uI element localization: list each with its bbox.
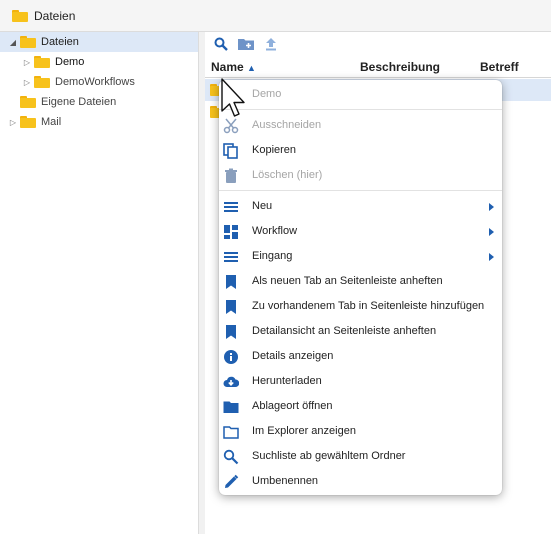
- breadcrumb-bar: Dateien: [0, 0, 551, 32]
- folder-tree: ◢ Dateien ▷ Demo ▷ DemoWorkflows Eigene …: [0, 32, 199, 534]
- collapsed-arrow-icon[interactable]: ▷: [8, 118, 18, 127]
- search-icon[interactable]: [213, 36, 229, 52]
- scissors-icon: [223, 118, 239, 134]
- menu-item-details-anzeigen[interactable]: Details anzeigen: [219, 345, 502, 369]
- info-icon: [223, 349, 239, 365]
- menu-item-label: Kopieren: [252, 144, 297, 156]
- menu-item-ablageort-oeffnen[interactable]: Ablageort öffnen: [219, 395, 502, 419]
- menu-item-label: Workflow: [252, 225, 298, 237]
- menu-divider: [219, 190, 502, 191]
- tree-item-demo[interactable]: ▷ Demo: [22, 52, 84, 72]
- tree-item-label: DemoWorkflows: [55, 76, 135, 88]
- folder-icon: [34, 76, 50, 88]
- menu-item-label: Details anzeigen: [252, 350, 334, 362]
- menu-item-label: Ablageort öffnen: [252, 400, 333, 412]
- tree-item-mail[interactable]: ▷ Mail: [8, 112, 61, 132]
- menu-item-kopieren[interactable]: Kopieren: [219, 139, 502, 163]
- menu-item-loeschen[interactable]: Löschen (hier): [219, 164, 502, 188]
- menu-item-pin-detail-view[interactable]: Detailansicht an Seitenleiste anheften: [219, 320, 502, 344]
- tree-item-label: Dateien: [41, 36, 79, 48]
- submenu-arrow-icon: [489, 203, 494, 211]
- bookmark-icon: [223, 274, 239, 290]
- folder-outline-icon: [223, 424, 239, 440]
- menu-item-label: Herunterladen: [252, 375, 322, 387]
- menu-item-label: Detailansicht an Seitenleiste anheften: [252, 325, 437, 337]
- menu-item-add-existing-tab[interactable]: Zu vorhandenem Tab in Seitenleiste hinzu…: [219, 295, 502, 319]
- bookmark-icon: [223, 324, 239, 340]
- cloud-download-icon: [223, 374, 239, 390]
- tree-item-dateien[interactable]: ◢ Dateien: [0, 32, 198, 52]
- dashboard-icon: [223, 224, 239, 240]
- collapsed-arrow-icon[interactable]: ▷: [22, 58, 32, 67]
- menu-item-label: Als neuen Tab an Seitenleiste anheften: [252, 275, 443, 287]
- submenu-arrow-icon: [489, 253, 494, 261]
- upload-icon[interactable]: [263, 36, 279, 52]
- new-folder-icon[interactable]: [238, 36, 254, 52]
- folder-icon: [34, 56, 50, 68]
- folder-icon: [20, 96, 36, 108]
- tree-item-label: Eigene Dateien: [41, 96, 117, 108]
- collapsed-arrow-icon[interactable]: ▷: [22, 78, 32, 87]
- tree-item-label: Mail: [41, 116, 62, 128]
- sort-ascending-icon: ▲: [247, 63, 256, 73]
- menu-item-herunterladen[interactable]: Herunterladen: [219, 370, 502, 394]
- context-menu: Demo Ausschneiden Kopieren Löschen (hier…: [219, 80, 502, 495]
- menu-divider: [219, 109, 502, 110]
- menu-item-label: Löschen (hier): [252, 169, 323, 181]
- search-icon: [223, 449, 239, 465]
- menu-header: Demo: [219, 83, 502, 107]
- menu-item-label: Ausschneiden: [252, 119, 322, 131]
- column-beschreibung[interactable]: Beschreibung: [360, 60, 440, 74]
- breadcrumb-label[interactable]: Dateien: [34, 9, 75, 23]
- toolbar: [205, 32, 551, 56]
- mouse-cursor-icon: [221, 78, 245, 117]
- folder-icon: [20, 36, 36, 48]
- menu-item-pin-new-tab[interactable]: Als neuen Tab an Seitenleiste anheften: [219, 270, 502, 294]
- menu-item-label: Eingang: [252, 250, 293, 262]
- menu-lines-icon: [223, 249, 239, 265]
- trash-icon: [223, 168, 239, 184]
- menu-item-neu[interactable]: Neu: [219, 195, 502, 219]
- menu-header-label: Demo: [252, 88, 282, 100]
- column-name[interactable]: Name ▲: [211, 60, 256, 74]
- column-header-row: Name ▲ Beschreibung Betreff: [205, 56, 551, 78]
- expanded-arrow-icon[interactable]: ◢: [8, 38, 18, 47]
- column-betreff[interactable]: Betreff: [480, 60, 519, 74]
- folder-icon: [223, 399, 239, 415]
- menu-item-label: Zu vorhandenem Tab in Seitenleiste hinzu…: [252, 300, 485, 312]
- folder-icon: [20, 116, 36, 128]
- menu-item-label: Umbenennen: [252, 475, 319, 487]
- menu-item-umbenennen[interactable]: Umbenennen: [219, 470, 502, 494]
- menu-item-label: Suchliste ab gewähltem Ordner: [252, 450, 406, 462]
- menu-item-im-explorer-anzeigen[interactable]: Im Explorer anzeigen: [219, 420, 502, 444]
- submenu-arrow-icon: [489, 228, 494, 236]
- bookmark-icon: [223, 299, 239, 315]
- folder-icon: [12, 9, 28, 22]
- menu-item-workflow[interactable]: Workflow: [219, 220, 502, 244]
- tree-item-eigene-dateien[interactable]: Eigene Dateien: [20, 92, 116, 112]
- menu-item-label: Im Explorer anzeigen: [252, 425, 356, 437]
- tree-item-label: Demo: [55, 56, 85, 68]
- copy-icon: [223, 143, 239, 159]
- menu-item-ausschneiden[interactable]: Ausschneiden: [219, 114, 502, 138]
- tree-item-demoworkflows[interactable]: ▷ DemoWorkflows: [22, 72, 135, 92]
- menu-item-eingang[interactable]: Eingang: [219, 245, 502, 269]
- menu-lines-icon: [223, 199, 239, 215]
- pencil-icon: [223, 474, 239, 490]
- menu-item-label: Neu: [252, 200, 273, 212]
- menu-item-suchliste[interactable]: Suchliste ab gewähltem Ordner: [219, 445, 502, 469]
